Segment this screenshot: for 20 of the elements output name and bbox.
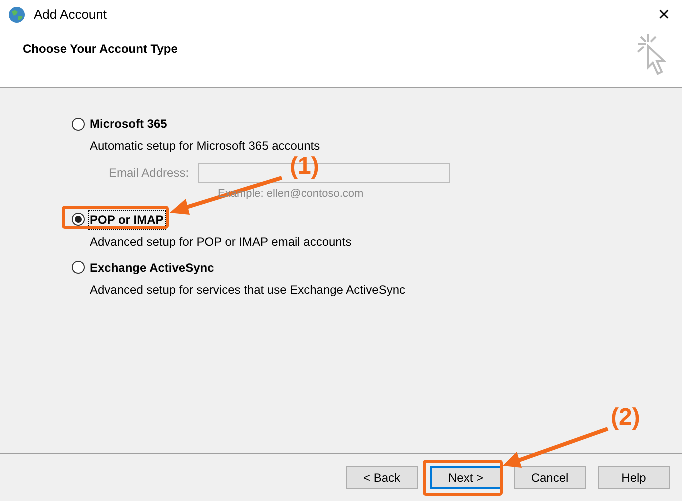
email-label: Email Address: (109, 165, 190, 182)
callout-label: (1) (290, 155, 320, 179)
dialog-button[interactable]: Cancel (514, 466, 586, 489)
radio-button[interactable] (72, 213, 85, 226)
option-label[interactable]: POP or IMAP (89, 210, 165, 228)
option-label[interactable]: Microsoft 365 (89, 115, 168, 133)
callout-label: (2) (611, 406, 640, 430)
dialog-button[interactable]: Next > (430, 466, 502, 489)
radio-button[interactable] (72, 261, 85, 274)
dialog-button[interactable]: < Back (346, 466, 418, 489)
window-title: Add Account (34, 6, 107, 24)
header-title: Choose Your Account Type (23, 41, 178, 58)
close-button[interactable]: × (654, 5, 674, 25)
option-label[interactable]: Exchange ActiveSync (89, 258, 216, 276)
option-description: Advanced setup for services that use Exchange ActiveSync (90, 282, 407, 298)
radio-button[interactable] (72, 118, 85, 130)
option-description: Automatic setup for Microsoft 365 accounts (90, 138, 322, 155)
option-description: Advanced setup for POP or IMAP email accounts (90, 234, 353, 250)
globe-icon (8, 6, 26, 24)
dialog-button[interactable]: Help (598, 466, 670, 489)
